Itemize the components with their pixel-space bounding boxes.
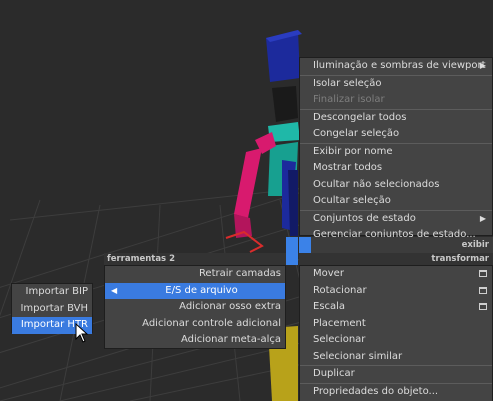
menu-item-display-by-name[interactable]: Exibir por nome <box>300 142 492 161</box>
menu-item-end-isolate: Finalizar isolar <box>313 94 385 105</box>
window-icon[interactable] <box>479 286 487 294</box>
quad-header-tools2: ferramentas 2 <box>104 253 286 265</box>
menu-item-isolate-selection[interactable]: Isolar seleção <box>300 74 492 93</box>
menu-item-unhide-all[interactable]: Mostrar todos <box>300 160 492 177</box>
menu-item-collapse-layers[interactable]: Retrair camadas <box>105 266 285 283</box>
menu-item-placement[interactable]: Placement <box>300 316 492 333</box>
menu-item-scale[interactable]: Escala <box>300 299 492 316</box>
menu-item-add-meta-handle[interactable]: Adicionar meta-alça <box>105 332 285 349</box>
menu-item-freeze-selection[interactable]: Congelar seleção <box>300 126 492 143</box>
menu-item-rotate[interactable]: Rotacionar <box>300 283 492 300</box>
quad-corner-marker <box>286 253 298 265</box>
menu-item-add-extra-control[interactable]: Adicionar controle adicional <box>105 316 285 333</box>
menu-item-hide-unselected[interactable]: Ocultar não selecionados <box>300 177 492 194</box>
main-context-menu: Iluminação e sombras de viewport ▶ Isolar… <box>299 57 493 240</box>
quad-header-transform: transformar <box>299 253 493 265</box>
menu-item-select[interactable]: Selecionar <box>300 332 492 349</box>
menu-item-object-properties[interactable]: Propriedades do objeto... <box>300 382 492 401</box>
menu-item-duplicate[interactable]: Duplicar <box>300 365 492 383</box>
menu-item-move[interactable]: Mover <box>300 266 492 283</box>
menu-item-add-extra-bone[interactable]: Adicionar osso extra <box>105 299 285 316</box>
menu-item-import-bvh[interactable]: Importar BVH <box>12 301 92 318</box>
tools2-quad-menu: Retrair camadas ◀ E/S de arquivo Adiciona… <box>104 265 286 349</box>
window-icon[interactable] <box>479 270 487 277</box>
submenu-arrow-icon: ▶ <box>479 213 486 223</box>
quad-header-display: exibir <box>299 237 493 253</box>
menu-item-hide-selection[interactable]: Ocultar seleção <box>300 193 492 210</box>
menu-item-viewport-lighting[interactable]: Iluminação e sombras de viewport ▶ <box>300 58 492 75</box>
menu-item-unfreeze-all[interactable]: Descongelar todos <box>300 108 492 127</box>
quad-corner-marker <box>286 237 298 253</box>
submenu-arrow-icon: ▶ <box>479 61 486 70</box>
submenu-arrow-left-icon: ◀ <box>111 285 118 295</box>
mouse-cursor-icon <box>75 323 89 343</box>
menu-item-import-bip[interactable]: Importar BIP <box>12 284 92 301</box>
menu-item-select-similar[interactable]: Selecionar similar <box>300 349 492 366</box>
menu-item-state-sets[interactable]: Conjuntos de estado ▶ <box>300 209 492 228</box>
window-icon[interactable] <box>479 303 487 310</box>
transform-quad-menu: Mover Rotacionar Escala Placement Seleci… <box>299 265 493 401</box>
menu-item-file-io[interactable]: ◀ E/S de arquivo <box>105 282 285 299</box>
